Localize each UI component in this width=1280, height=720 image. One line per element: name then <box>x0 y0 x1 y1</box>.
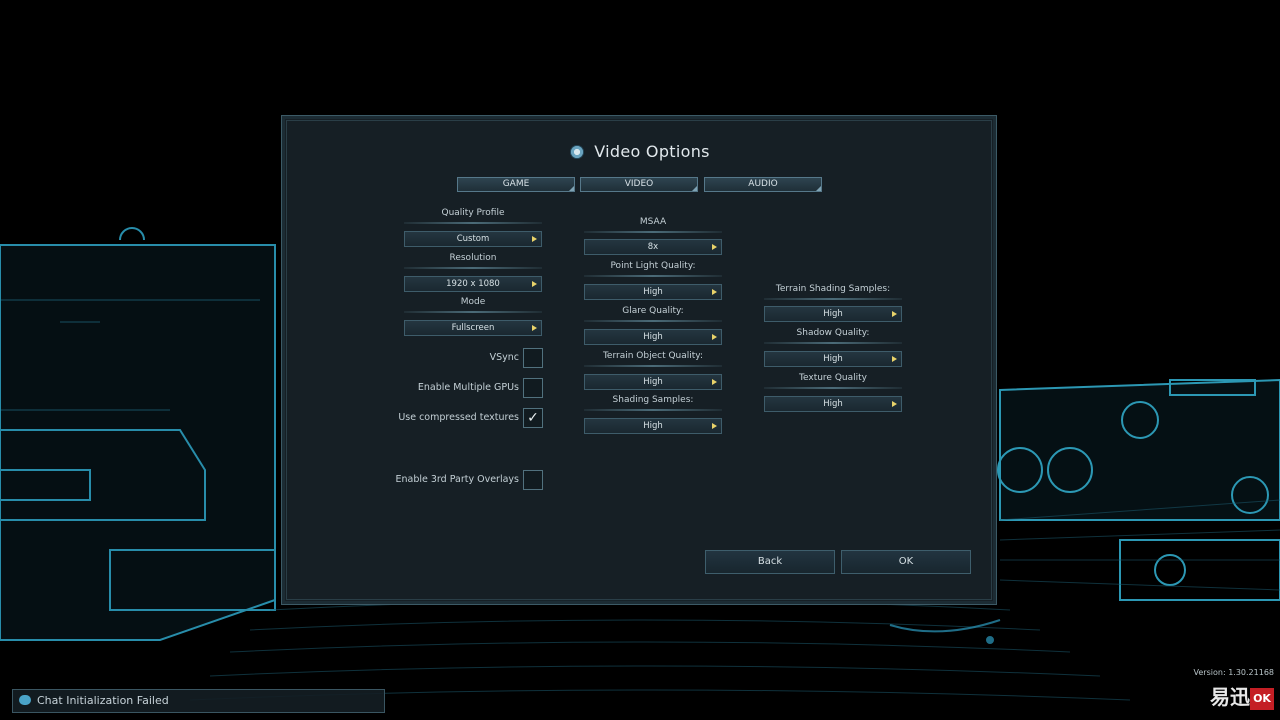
divider <box>764 387 902 389</box>
shading-samples-label: Shading Samples: <box>612 395 694 405</box>
tab-audio[interactable]: AUDIO <box>704 177 822 192</box>
version-label: Version: 1.30.21168 <box>1193 668 1274 677</box>
arrow-right-icon <box>532 325 537 331</box>
quality-profile-dropdown[interactable]: Custom <box>404 231 542 247</box>
arrow-right-icon <box>712 423 717 429</box>
tab-video[interactable]: VIDEO <box>580 177 698 192</box>
arrow-right-icon <box>532 281 537 287</box>
texture-label: Texture Quality <box>799 373 867 383</box>
msaa-label: MSAA <box>639 217 667 227</box>
msaa-value: 8x <box>647 242 659 252</box>
arrow-right-icon <box>712 334 717 340</box>
shadow-dropdown[interactable]: High <box>764 351 902 367</box>
ok-button[interactable]: OK <box>841 550 971 574</box>
vsync-checkbox[interactable] <box>523 348 543 368</box>
glare-label: Glare Quality: <box>622 306 684 316</box>
terrain-shading-label: Terrain Shading Samples: <box>775 284 891 294</box>
resolution-dropdown[interactable]: 1920 x 1080 <box>404 276 542 292</box>
arrow-right-icon <box>892 401 897 407</box>
point-light-value: High <box>643 287 663 297</box>
shading-samples-dropdown[interactable]: High <box>584 418 722 434</box>
chat-status-text: Chat Initialization Failed <box>37 694 169 707</box>
checkmark-icon: ✓ <box>527 410 539 426</box>
overlays-checkbox[interactable] <box>523 470 543 490</box>
back-button[interactable]: Back <box>705 550 835 574</box>
divider <box>584 365 722 367</box>
divider <box>584 231 722 233</box>
divider <box>584 275 722 277</box>
watermark-text: 易迅 <box>1210 685 1250 709</box>
terrain-shading-dropdown[interactable]: High <box>764 306 902 322</box>
resolution-value: 1920 x 1080 <box>446 279 500 289</box>
dialog-title: Video Options <box>0 142 1280 161</box>
compressed-textures-checkbox[interactable]: ✓ <box>523 408 543 428</box>
glare-dropdown[interactable]: High <box>584 329 722 345</box>
glare-value: High <box>643 332 663 342</box>
arrow-right-icon <box>532 236 537 242</box>
shadow-value: High <box>823 354 843 364</box>
divider <box>404 311 542 313</box>
arrow-right-icon <box>892 311 897 317</box>
terrain-shading-value: High <box>823 309 843 319</box>
chat-status-bar[interactable]: Chat Initialization Failed <box>12 689 385 713</box>
divider <box>764 342 902 344</box>
point-light-label: Point Light Quality: <box>610 261 696 271</box>
watermark-logo: 易迅 OK <box>1159 682 1274 712</box>
divider <box>404 267 542 269</box>
shadow-label: Shadow Quality: <box>796 328 870 338</box>
arrow-right-icon <box>712 289 717 295</box>
divider <box>404 222 542 224</box>
arrow-right-icon <box>712 244 717 250</box>
texture-dropdown[interactable]: High <box>764 396 902 412</box>
terrain-object-label: Terrain Object Quality: <box>602 351 704 361</box>
msaa-dropdown[interactable]: 8x <box>584 239 722 255</box>
compressed-textures-label: Use compressed textures <box>398 412 519 423</box>
shading-samples-value: High <box>643 421 663 431</box>
watermark-badge: OK <box>1250 687 1274 710</box>
arrow-right-icon <box>712 379 717 385</box>
mode-label: Mode <box>460 297 486 307</box>
resolution-label: Resolution <box>449 253 497 263</box>
dialog-title-text: Video Options <box>594 142 710 161</box>
point-light-dropdown[interactable]: High <box>584 284 722 300</box>
tab-game[interactable]: GAME <box>457 177 575 192</box>
divider <box>584 409 722 411</box>
multi-gpu-label: Enable Multiple GPUs <box>417 382 519 393</box>
mode-value: Fullscreen <box>451 323 495 333</box>
mode-dropdown[interactable]: Fullscreen <box>404 320 542 336</box>
overlays-label: Enable 3rd Party Overlays <box>395 474 520 485</box>
quality-profile-label: Quality Profile <box>441 208 505 218</box>
quality-profile-value: Custom <box>456 234 490 244</box>
multi-gpu-checkbox[interactable] <box>523 378 543 398</box>
gear-logo-icon <box>570 145 585 159</box>
divider <box>584 320 722 322</box>
chat-bubble-icon <box>19 695 31 705</box>
vsync-label: VSync <box>489 352 519 363</box>
terrain-object-dropdown[interactable]: High <box>584 374 722 390</box>
divider <box>764 298 902 300</box>
texture-value: High <box>823 399 843 409</box>
arrow-right-icon <box>892 356 897 362</box>
terrain-object-value: High <box>643 377 663 387</box>
